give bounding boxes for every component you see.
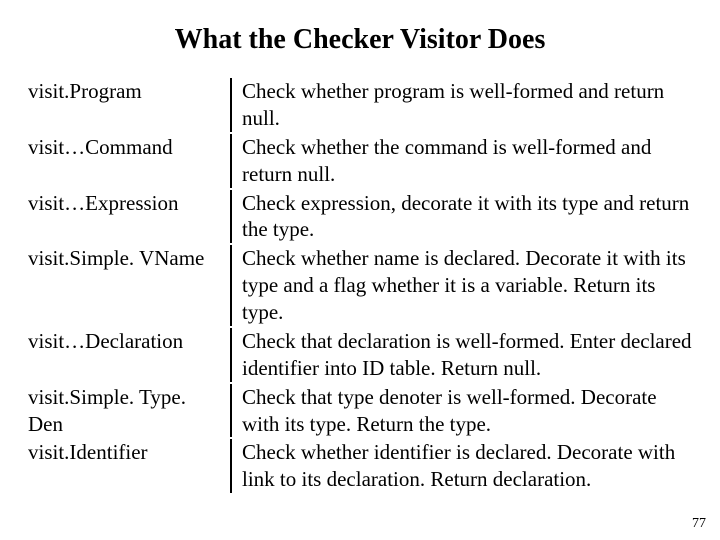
table-row: visit…Declaration Check that declaration… (28, 328, 692, 382)
table-row: visit.Program Check whether program is w… (28, 78, 692, 132)
visitor-name: visit.Simple. Type. Den (28, 384, 230, 438)
slide-title: What the Checker Visitor Does (28, 24, 692, 56)
column-divider (230, 439, 232, 493)
visitor-desc: Check whether program is well-formed and… (242, 78, 692, 132)
column-divider (230, 190, 232, 244)
column-divider (230, 384, 232, 438)
table-row: visit…Command Check whether the command … (28, 134, 692, 188)
column-divider (230, 134, 232, 188)
visitor-desc: Check that type denoter is well-formed. … (242, 384, 692, 438)
column-divider (230, 78, 232, 132)
visitor-desc: Check whether the command is well-formed… (242, 134, 692, 188)
visitor-desc: Check whether name is declared. Decorate… (242, 245, 692, 326)
visitor-desc: Check that declaration is well-formed. E… (242, 328, 692, 382)
table-row: visit.Simple. VName Check whether name i… (28, 245, 692, 326)
table-row: visit…Expression Check expression, decor… (28, 190, 692, 244)
visitor-name: visit…Declaration (28, 328, 230, 355)
visitor-desc: Check whether identifier is declared. De… (242, 439, 692, 493)
page-number: 77 (692, 516, 706, 532)
visitor-name: visit.Identifier (28, 439, 230, 466)
slide: What the Checker Visitor Does visit.Prog… (0, 0, 720, 540)
column-divider (230, 245, 232, 326)
table-row: visit.Simple. Type. Den Check that type … (28, 384, 692, 438)
visitor-desc: Check expression, decorate it with its t… (242, 190, 692, 244)
table-row: visit.Identifier Check whether identifie… (28, 439, 692, 493)
visitor-name: visit…Expression (28, 190, 230, 217)
visitor-name: visit.Program (28, 78, 230, 105)
visitor-name: visit.Simple. VName (28, 245, 230, 272)
column-divider (230, 328, 232, 382)
visitor-name: visit…Command (28, 134, 230, 161)
